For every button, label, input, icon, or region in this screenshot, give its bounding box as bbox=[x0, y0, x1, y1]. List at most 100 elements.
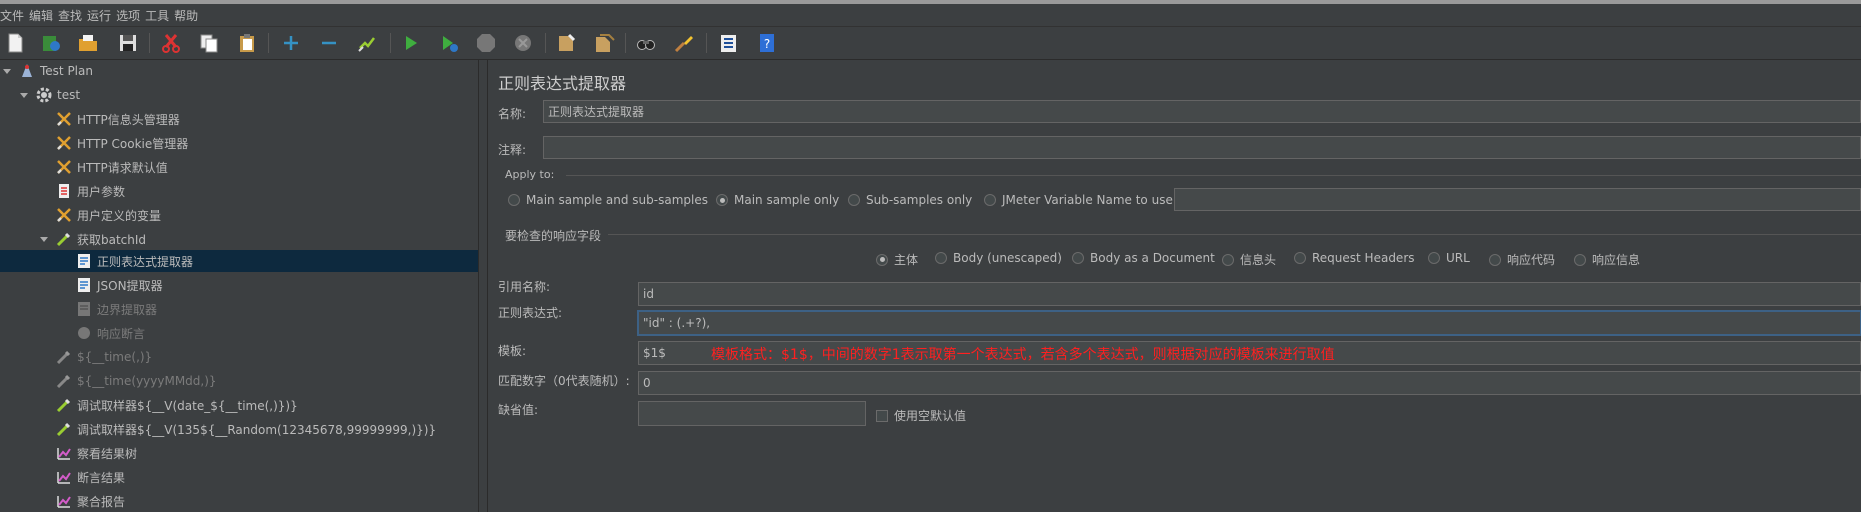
radio-circle[interactable] bbox=[1489, 253, 1501, 266]
cut-icon[interactable] bbox=[158, 30, 184, 56]
tree-node-aggregate-report[interactable]: 聚合报告 bbox=[55, 490, 125, 512]
test-plan-tree[interactable]: Test Plan test HTTP信息头管理器 HTTP Cookie管理器… bbox=[0, 60, 479, 512]
expand-arrow-icon[interactable] bbox=[19, 90, 29, 100]
reference-name-label: 引用名称: bbox=[498, 280, 551, 294]
thread-group-gear-icon bbox=[35, 86, 53, 104]
tree-node-http-request-defaults[interactable]: HTTP请求默认值 bbox=[55, 156, 168, 178]
name-field[interactable]: 正则表达式提取器 bbox=[543, 100, 1861, 123]
function-helper-icon[interactable] bbox=[715, 30, 741, 56]
config-tools-icon bbox=[55, 110, 73, 128]
radio-headers[interactable]: 信息头 bbox=[1222, 251, 1276, 268]
tree-node-regex-extractor[interactable]: 正则表达式提取器 bbox=[75, 250, 193, 272]
tree-node-label: 用户定义的变量 bbox=[77, 208, 162, 223]
templates-icon[interactable] bbox=[38, 30, 64, 56]
match-number-field[interactable]: 0 bbox=[638, 371, 1861, 395]
radio-circle[interactable] bbox=[1428, 252, 1440, 264]
radio-circle-selected[interactable] bbox=[876, 253, 888, 266]
paste-icon[interactable] bbox=[234, 30, 260, 56]
clear-icon[interactable] bbox=[553, 30, 579, 56]
menu-help[interactable]: 帮助 bbox=[174, 7, 203, 24]
sampler-pipette-icon bbox=[55, 396, 73, 414]
tree-node-user-defined-variables[interactable]: 用户定义的变量 bbox=[55, 204, 161, 226]
radio-circle-selected[interactable] bbox=[716, 194, 728, 206]
menu-run[interactable]: 运行 bbox=[87, 7, 116, 24]
clear-all-icon[interactable] bbox=[591, 30, 617, 56]
radio-body-unescaped[interactable]: Body (unescaped) bbox=[935, 251, 1062, 265]
tree-node-label: ${__time(,)} bbox=[77, 350, 153, 364]
default-value-field[interactable] bbox=[638, 401, 866, 426]
open-icon[interactable] bbox=[75, 30, 101, 56]
radio-circle[interactable] bbox=[935, 252, 947, 264]
expand-arrow-icon[interactable] bbox=[39, 234, 49, 244]
new-icon[interactable] bbox=[2, 30, 28, 56]
tree-node-thread-group[interactable]: test bbox=[35, 84, 80, 106]
tree-node-response-assertion[interactable]: 响应断言 bbox=[75, 322, 145, 344]
menu-options[interactable]: 选项 bbox=[116, 7, 145, 24]
radio-response-code[interactable]: 响应代码 bbox=[1489, 251, 1555, 268]
radio-request-headers[interactable]: Request Headers bbox=[1294, 251, 1415, 265]
regex-label: 正则表达式: bbox=[498, 306, 563, 320]
tree-node-view-results-tree[interactable]: 察看结果树 bbox=[55, 442, 137, 464]
sampler-pipette-icon bbox=[55, 230, 73, 248]
reference-name-field[interactable]: id bbox=[638, 282, 1861, 306]
radio-response-message[interactable]: 响应信息 bbox=[1574, 251, 1640, 268]
menu-search[interactable]: 查找 bbox=[58, 7, 87, 24]
radio-circle[interactable] bbox=[1294, 252, 1306, 264]
tree-node-json-extractor[interactable]: JSON提取器 bbox=[75, 274, 163, 296]
start-icon[interactable] bbox=[398, 30, 424, 56]
use-empty-default-checkbox[interactable]: 使用空默认值 bbox=[876, 407, 966, 424]
shutdown-icon[interactable] bbox=[510, 30, 536, 56]
search-icon[interactable] bbox=[633, 30, 659, 56]
toggle-icon[interactable] bbox=[354, 30, 380, 56]
menu-edit[interactable]: 编辑 bbox=[29, 7, 58, 24]
tree-node-time-date-sampler[interactable]: ${__time(yyyyMMdd,)} bbox=[55, 370, 217, 392]
radio-circle[interactable] bbox=[984, 194, 996, 206]
menu-tools[interactable]: 工具 bbox=[145, 7, 174, 24]
radio-url[interactable]: URL bbox=[1428, 251, 1470, 265]
radio-sub-only[interactable]: Sub-samples only bbox=[848, 193, 972, 207]
assertion-icon bbox=[75, 324, 93, 342]
menu-file[interactable]: 文件 bbox=[0, 7, 29, 24]
tree-node-test-plan[interactable]: Test Plan bbox=[18, 60, 93, 82]
radio-circle[interactable] bbox=[1574, 253, 1586, 266]
radio-circle[interactable] bbox=[848, 194, 860, 206]
tree-node-label: HTTP请求默认值 bbox=[77, 160, 168, 175]
tree-node-http-header-manager[interactable]: HTTP信息头管理器 bbox=[55, 108, 180, 130]
splitter-handle[interactable] bbox=[479, 60, 488, 512]
radio-circle[interactable] bbox=[508, 194, 520, 206]
expand-icon[interactable] bbox=[278, 30, 304, 56]
copy-icon[interactable] bbox=[196, 30, 222, 56]
radio-body[interactable]: 主体 bbox=[876, 251, 918, 268]
save-icon[interactable] bbox=[115, 30, 141, 56]
extractor-icon bbox=[75, 276, 93, 294]
tree-node-debug-sampler-date[interactable]: 调试取样器${__V(date_${__time(,)})} bbox=[55, 394, 298, 416]
radio-main-only[interactable]: Main sample only bbox=[716, 193, 839, 207]
radio-circle[interactable] bbox=[1222, 253, 1234, 266]
checkbox-box[interactable] bbox=[876, 409, 888, 422]
tree-node-time-sampler[interactable]: ${__time(,)} bbox=[55, 346, 152, 368]
template-label: 模板: bbox=[498, 344, 527, 358]
tree-node-label: Test Plan bbox=[40, 64, 93, 78]
tree-node-boundary-extractor[interactable]: 边界提取器 bbox=[75, 298, 157, 320]
comment-field[interactable] bbox=[543, 136, 1861, 159]
tree-node-user-parameters[interactable]: 用户参数 bbox=[55, 180, 125, 202]
listener-icon bbox=[55, 444, 73, 462]
config-tools-icon bbox=[55, 134, 73, 152]
tree-node-http-cookie-manager[interactable]: HTTP Cookie管理器 bbox=[55, 132, 188, 154]
radio-jmeter-variable[interactable]: JMeter Variable Name to use bbox=[984, 193, 1173, 207]
help-icon[interactable]: ? bbox=[754, 30, 780, 56]
tree-node-debug-sampler-random[interactable]: 调试取样器${__V(135${__Random(12345678,999999… bbox=[55, 418, 436, 440]
stop-icon[interactable] bbox=[473, 30, 499, 56]
collapse-icon[interactable] bbox=[316, 30, 342, 56]
reset-search-icon[interactable] bbox=[671, 30, 697, 56]
radio-circle[interactable] bbox=[1072, 252, 1084, 264]
radio-main-and-sub[interactable]: Main sample and sub-samples bbox=[508, 193, 708, 207]
tree-node-label: 断言结果 bbox=[77, 470, 126, 485]
start-no-pause-icon[interactable] bbox=[436, 30, 462, 56]
regex-field[interactable]: "id" : (.+?), bbox=[638, 311, 1861, 335]
jmeter-variable-input[interactable] bbox=[1174, 188, 1861, 211]
expand-arrow-icon[interactable] bbox=[2, 66, 12, 76]
tree-node-get-batchid[interactable]: 获取batchId bbox=[55, 228, 146, 250]
radio-body-as-document[interactable]: Body as a Document bbox=[1072, 251, 1215, 265]
tree-node-assertion-results[interactable]: 断言结果 bbox=[55, 466, 125, 488]
